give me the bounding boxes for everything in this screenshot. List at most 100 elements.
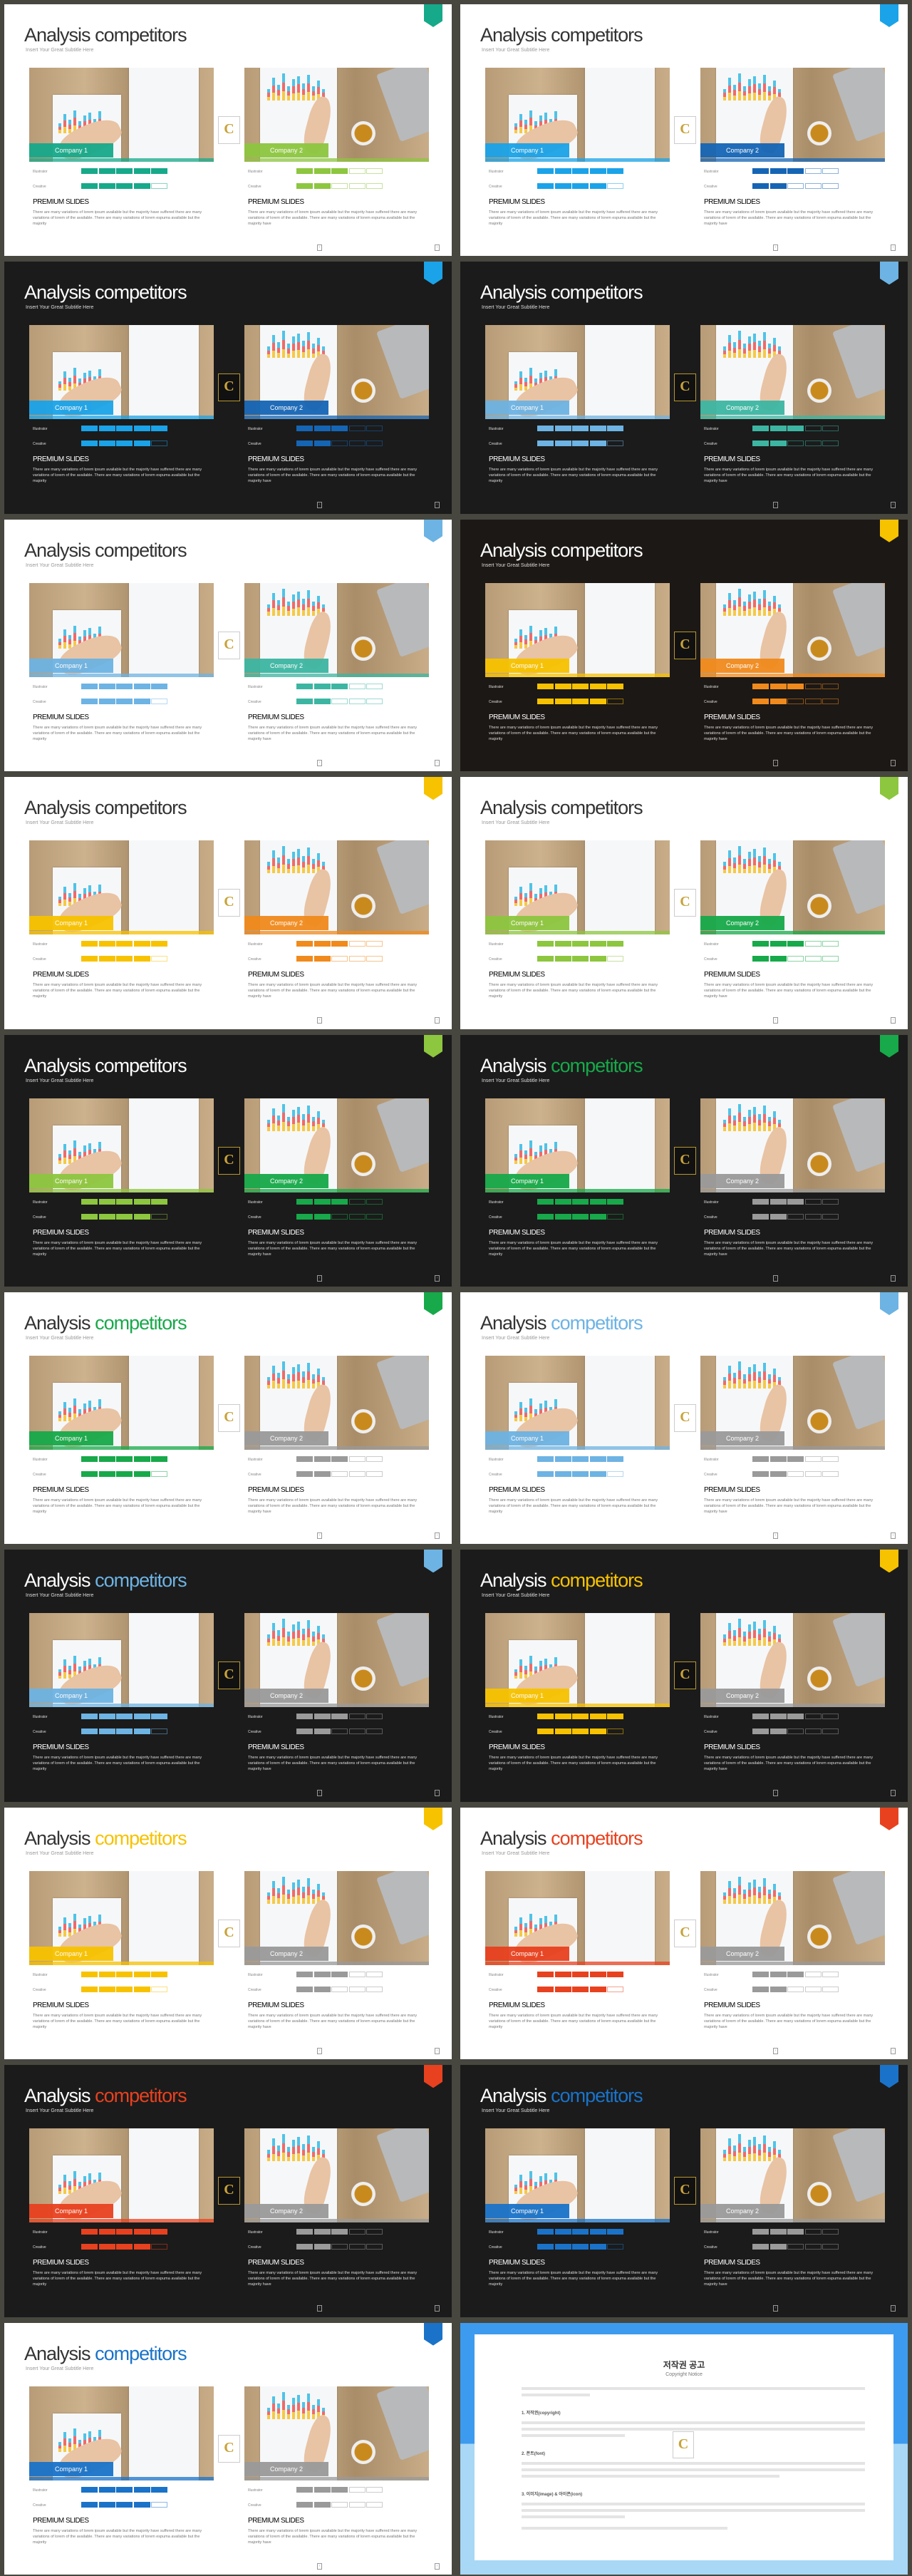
next-slide-icon[interactable]: ›: [435, 1790, 440, 1797]
slide-thumbnail[interactable]: Analysis competitors Insert Your Great Su…: [456, 2061, 912, 2318]
slide-thumbnail[interactable]: Analysis competitors Insert Your Great Su…: [0, 2319, 456, 2576]
premium-body: There are many variations of lorem ipsum…: [33, 983, 202, 999]
slide: Analysis competitors Insert Your Great Su…: [460, 1292, 908, 1545]
next-slide-icon[interactable]: ›: [435, 1017, 440, 1024]
prev-slide-icon[interactable]: ‹: [773, 2047, 778, 2054]
prev-slide-icon[interactable]: ‹: [317, 1274, 322, 1282]
title-part2: competitors: [95, 797, 187, 819]
slide-thumbnail[interactable]: Analysis competitors Insert Your Great Su…: [0, 257, 456, 515]
next-slide-icon[interactable]: ›: [891, 1532, 896, 1539]
mini-bar: [778, 1377, 781, 1381]
next-slide-icon[interactable]: ›: [891, 2305, 896, 2312]
next-slide-icon[interactable]: ›: [891, 244, 896, 251]
mini-bar: [738, 2134, 741, 2143]
rating-segment-empty: [787, 1986, 804, 1992]
prev-slide-icon[interactable]: ‹: [317, 244, 322, 251]
mini-bar: [733, 353, 736, 359]
next-slide-icon[interactable]: ›: [891, 2047, 896, 2054]
report-paper: [585, 840, 655, 935]
next-slide-icon[interactable]: ›: [435, 2305, 440, 2312]
next-slide-icon[interactable]: ›: [435, 2562, 440, 2570]
next-slide-icon[interactable]: ›: [891, 1274, 896, 1282]
mini-bar: [272, 1896, 275, 1904]
prev-slide-icon[interactable]: ‹: [317, 1790, 322, 1797]
mini-bar: [753, 2153, 756, 2162]
slide-thumbnail[interactable]: Analysis competitors Insert Your Great Su…: [456, 773, 912, 1030]
slide-thumbnail[interactable]: Analysis competitors Insert Your Great Su…: [456, 1545, 912, 1803]
mini-bar: [297, 2153, 300, 2162]
prev-slide-icon[interactable]: ‹: [317, 502, 322, 509]
copyright-slide: 저작권 공고 Copyright Notice 1. 저작권(copyright) 2…: [460, 2322, 908, 2575]
label-illustrator: Illustrator: [489, 942, 504, 947]
next-slide-icon[interactable]: ›: [435, 2047, 440, 2054]
mini-bar: [763, 92, 766, 101]
next-slide-icon[interactable]: ›: [435, 502, 440, 509]
mini-bar: [753, 599, 756, 608]
mini-bar: [733, 2145, 736, 2151]
slide-thumbnail[interactable]: Analysis competitors Insert Your Great Su…: [456, 1288, 912, 1545]
mini-bar: [88, 1658, 91, 1666]
prev-slide-icon[interactable]: ‹: [773, 244, 778, 251]
prev-slide-icon[interactable]: ‹: [773, 1274, 778, 1282]
mini-bar: [58, 900, 61, 903]
next-slide-icon[interactable]: ›: [435, 1274, 440, 1282]
prev-slide-icon[interactable]: ‹: [773, 1532, 778, 1539]
next-slide-icon[interactable]: ›: [891, 502, 896, 509]
label-creative: Creative: [704, 1987, 717, 1992]
company-photo-1: Company 1: [29, 1356, 214, 1450]
mini-bar: [748, 1632, 751, 1639]
prev-slide-icon[interactable]: ‹: [317, 759, 322, 766]
prev-slide-icon[interactable]: ‹: [317, 1532, 322, 1539]
slide-thumbnail[interactable]: Analysis competitors Insert Your Great Su…: [456, 257, 912, 515]
mini-bar: [529, 2178, 532, 2187]
prev-slide-icon[interactable]: ‹: [317, 2305, 322, 2312]
next-slide-icon[interactable]: ›: [435, 1532, 440, 1539]
mini-bar: [292, 2397, 295, 2405]
slide-thumbnail[interactable]: Analysis competitors Insert Your Great Su…: [0, 1288, 456, 1545]
mini-bar: [302, 2150, 305, 2156]
accent-stripe: [29, 158, 214, 162]
prev-slide-icon[interactable]: ‹: [773, 1017, 778, 1024]
slide-thumbnail[interactable]: Analysis competitors Insert Your Great Su…: [0, 2061, 456, 2318]
next-slide-icon[interactable]: ›: [435, 244, 440, 251]
mini-bar: [307, 847, 310, 857]
slide-thumbnail[interactable]: Analysis competitors Insert Your Great Su…: [0, 1031, 456, 1288]
coffee-cup: [351, 2182, 375, 2207]
next-slide-icon[interactable]: ›: [891, 1017, 896, 1024]
title-part1: Analysis: [24, 24, 91, 46]
slide-thumbnail[interactable]: Analysis competitors Insert Your Great Su…: [456, 1803, 912, 2061]
prev-slide-icon[interactable]: ‹: [773, 759, 778, 766]
prev-slide-icon[interactable]: ‹: [317, 2047, 322, 2054]
next-slide-icon[interactable]: ›: [435, 759, 440, 766]
label-illustrator: Illustrator: [33, 1200, 48, 1205]
slide-thumbnail[interactable]: Analysis competitors Insert Your Great Su…: [456, 515, 912, 773]
slide-thumbnail[interactable]: Analysis competitors Insert Your Great Su…: [0, 1545, 456, 1803]
mini-bar: [312, 2413, 315, 2419]
prev-slide-icon[interactable]: ‹: [773, 502, 778, 509]
accent-stripe: [244, 1446, 429, 1450]
next-slide-icon[interactable]: ›: [891, 759, 896, 766]
rating-segment-empty: [348, 1714, 366, 1720]
mini-bar: [307, 2401, 310, 2411]
mini-bar: [88, 1401, 91, 1408]
copyright-slide-thumbnail[interactable]: 저작권 공고 Copyright Notice 1. 저작권(copyright) 2…: [456, 2319, 912, 2576]
prev-slide-icon[interactable]: ‹: [773, 2305, 778, 2312]
slide-thumbnail[interactable]: Analysis competitors Insert Your Great Su…: [0, 515, 456, 773]
mini-bar: [63, 887, 66, 894]
slide-thumbnail[interactable]: Analysis competitors Insert Your Great Su…: [0, 773, 456, 1030]
prev-slide-icon[interactable]: ‹: [773, 1790, 778, 1797]
next-slide-icon[interactable]: ›: [891, 1790, 896, 1797]
mini-bar: [748, 1381, 751, 1389]
rating-segment-empty: [787, 2244, 804, 2250]
label-illustrator: Illustrator: [704, 427, 719, 432]
slide-thumbnail[interactable]: Analysis competitors Insert Your Great Su…: [0, 0, 456, 257]
mini-bar: [58, 130, 61, 133]
mini-bar: [723, 96, 726, 101]
prev-slide-icon[interactable]: ‹: [317, 1017, 322, 1024]
slide-thumbnail[interactable]: Analysis competitors Insert Your Great Su…: [0, 1803, 456, 2061]
rating-segment-filled: [133, 1986, 150, 1992]
prev-slide-icon[interactable]: ‹: [317, 2562, 322, 2570]
slide-thumbnail[interactable]: Analysis competitors Insert Your Great Su…: [456, 0, 912, 257]
mini-bar: [287, 601, 290, 607]
slide-thumbnail[interactable]: Analysis competitors Insert Your Great Su…: [456, 1031, 912, 1288]
